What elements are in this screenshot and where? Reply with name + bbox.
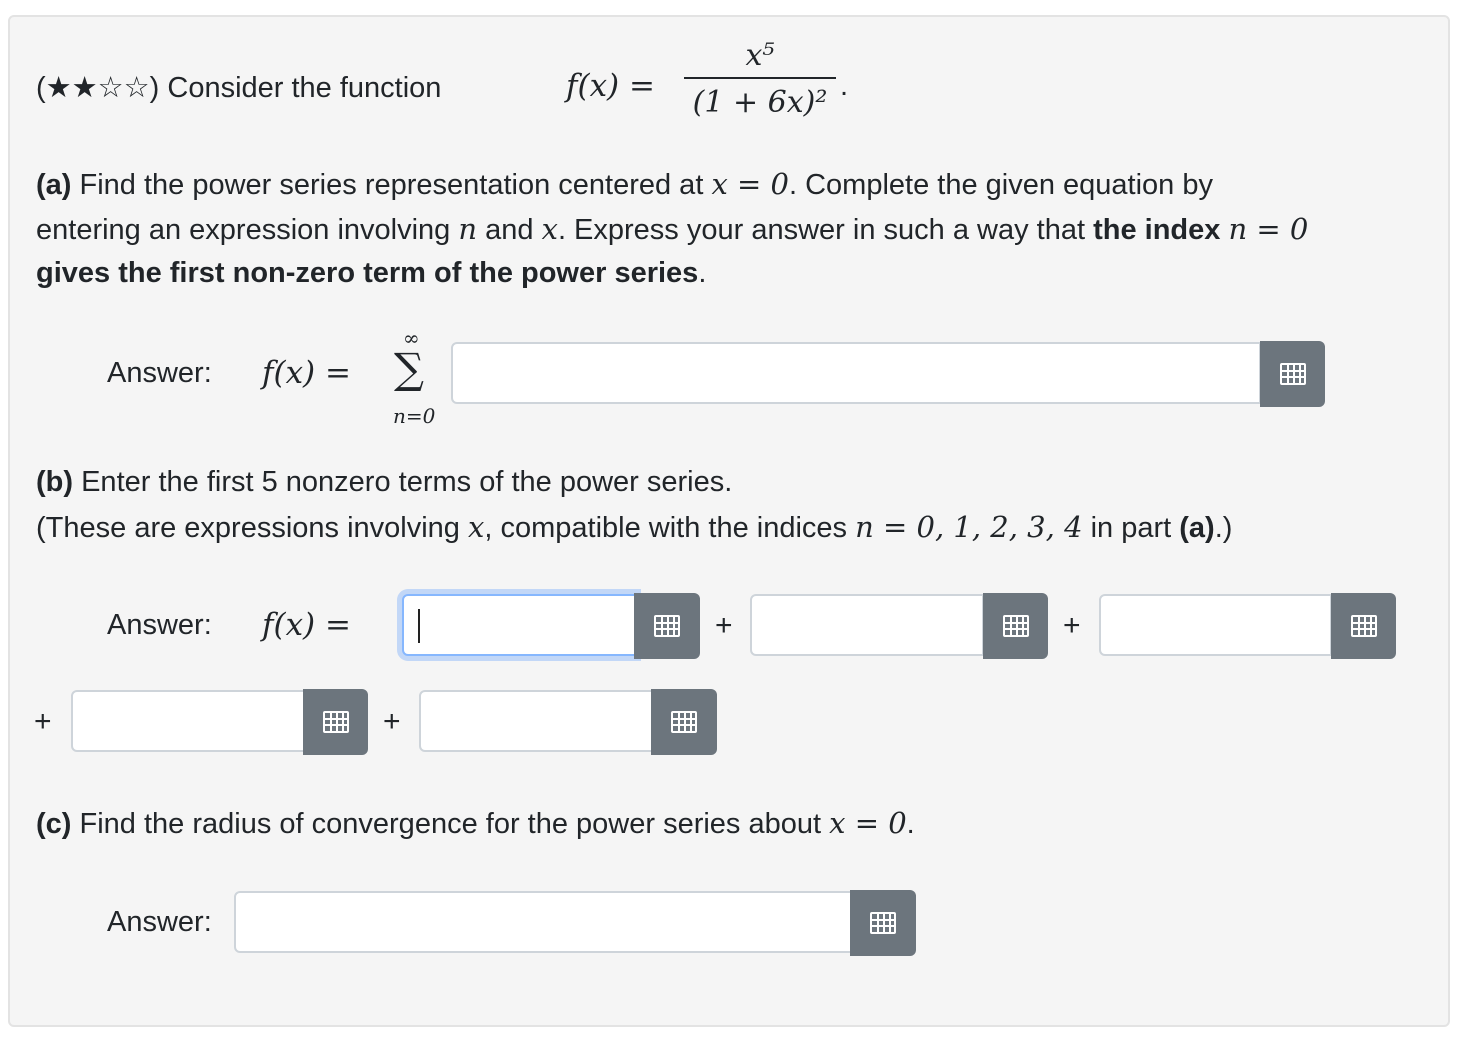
- function-period: .: [840, 70, 849, 102]
- part-b-answer-label: Answer:: [107, 609, 212, 641]
- part-a-line-1: (a) Find the power series representation…: [36, 167, 1213, 202]
- part-a-text-1: Find the power series representation cen…: [79, 169, 704, 201]
- part-b-term-5-keypad-button[interactable]: [651, 689, 717, 755]
- part-a-end: .: [698, 257, 707, 289]
- part-a-text-3: entering an expression involving: [36, 214, 451, 246]
- part-b-term-4-input[interactable]: [71, 690, 305, 752]
- part-a-lhs: f(x) =: [262, 355, 351, 391]
- part-c-eq: x = 0: [829, 806, 907, 840]
- sum-lower-limit: n=0: [393, 404, 436, 428]
- part-a-line-2: entering an expression involving n and x…: [36, 212, 1308, 247]
- part-a-bold-2: gives the first non-zero term of the pow…: [36, 257, 699, 289]
- part-b-text-2a: (These are expressions involving: [36, 512, 460, 544]
- part-b-line-2: (These are expressions involving x, comp…: [36, 510, 1232, 545]
- part-a-var-n: n: [458, 212, 478, 246]
- plus-sign: +: [383, 705, 401, 738]
- part-b-lhs: f(x) =: [262, 607, 351, 643]
- part-b-term-1-keypad-button[interactable]: [634, 593, 700, 659]
- part-a-eq-1: x = 0: [711, 167, 789, 201]
- part-a-series-input[interactable]: [451, 342, 1261, 404]
- text-cursor: [418, 609, 420, 643]
- part-a-keypad-button[interactable]: [1260, 341, 1325, 407]
- part-c-keypad-button[interactable]: [850, 890, 916, 956]
- part-b-term-3-keypad-button[interactable]: [1331, 593, 1396, 659]
- part-c-text: Find the radius of convergence for the p…: [79, 808, 822, 840]
- part-c-end: .: [906, 808, 915, 840]
- part-a-eq-2: n = 0: [1228, 212, 1309, 246]
- part-b-text-2c: in part: [1090, 512, 1172, 544]
- part-a-var-x: x: [541, 212, 558, 246]
- part-a-answer-label: Answer:: [107, 357, 212, 389]
- grid-keypad-icon: [1350, 615, 1377, 637]
- part-c-answer-label: Answer:: [107, 906, 212, 938]
- part-b-term-2-keypad-button[interactable]: [983, 593, 1048, 659]
- part-b-var-x: x: [468, 510, 485, 544]
- part-a-and: and: [485, 214, 534, 246]
- part-b-label: (b): [36, 466, 74, 498]
- part-b-term-5-input[interactable]: [419, 690, 653, 752]
- part-c-line: (c) Find the radius of convergence for t…: [36, 806, 915, 841]
- function-lhs: f(x) =: [566, 68, 655, 104]
- part-a-bold-1: the index: [1093, 214, 1221, 246]
- part-b-line-1: (b) Enter the first 5 nonzero terms of t…: [36, 466, 732, 499]
- part-b-text-1: Enter the first 5 nonzero terms of the p…: [81, 466, 733, 498]
- problem-statement: (★★☆☆) Consider the function: [36, 70, 441, 105]
- grid-keypad-icon: [1002, 615, 1029, 637]
- part-c-radius-input[interactable]: [234, 891, 852, 953]
- grid-keypad-icon: [654, 615, 680, 637]
- grid-keypad-icon: [322, 711, 349, 733]
- grid-keypad-icon: [870, 912, 896, 934]
- part-b-text-2d: .): [1214, 512, 1233, 544]
- difficulty-rating: (★★☆☆): [36, 72, 160, 104]
- part-a-label: (a): [36, 169, 72, 201]
- part-a-text-4: . Express your answer in such a way that: [557, 214, 1086, 246]
- part-b-term-4-keypad-button[interactable]: [303, 689, 368, 755]
- plus-sign: +: [715, 609, 733, 642]
- part-c-label: (c): [36, 808, 72, 840]
- part-a-text-2: . Complete the given equation by: [788, 169, 1213, 201]
- plus-sign: +: [34, 705, 52, 738]
- part-b-text-2b: , compatible with the indices: [484, 512, 848, 544]
- problem-intro: Consider the function: [167, 72, 442, 104]
- part-b-term-1-input[interactable]: [402, 594, 636, 656]
- part-b-term-2-input[interactable]: [750, 594, 984, 656]
- part-b-bold-ref: (a): [1179, 512, 1215, 544]
- part-b-term-3-input[interactable]: [1099, 594, 1332, 656]
- part-b-indices: n = 0, 1, 2, 3, 4: [855, 510, 1083, 544]
- grid-keypad-icon: [1279, 363, 1306, 385]
- fraction-numerator: x⁵: [745, 38, 775, 73]
- function-fraction: x⁵ (1 + 6x)²: [684, 38, 836, 120]
- summation-sign: ∑: [394, 344, 424, 393]
- part-a-line-3: gives the first non-zero term of the pow…: [36, 257, 706, 290]
- fraction-bar: [684, 77, 836, 79]
- grid-keypad-icon: [671, 711, 697, 733]
- plus-sign: +: [1063, 609, 1081, 642]
- fraction-denominator: (1 + 6x)²: [692, 85, 828, 120]
